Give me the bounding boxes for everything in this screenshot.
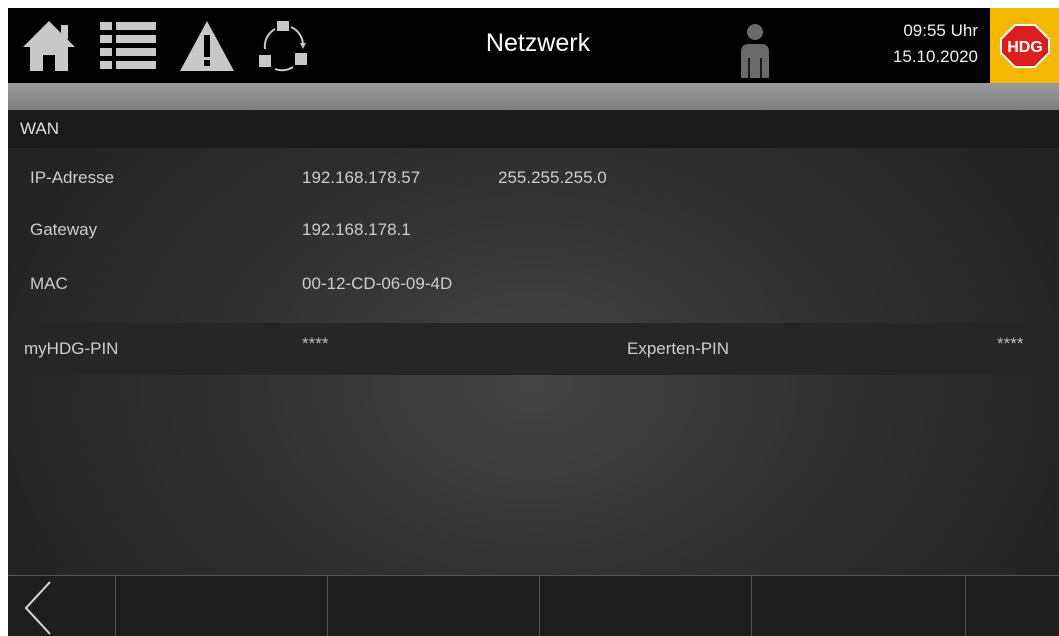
home-button[interactable] (18, 8, 80, 83)
hdg-logo-icon: HDG (999, 23, 1050, 68)
ip-row: IP-Adresse 192.168.178.57 255.255.255.0 (8, 150, 1059, 206)
time-label: 09:55 Uhr (903, 21, 978, 40)
page-title: Netzwerk (485, 29, 591, 57)
mac-row: MAC 00-12-CD-06-09-4D (8, 256, 1059, 312)
gateway-row: Gateway 192.168.178.1 (8, 202, 1059, 258)
footer-slot-1[interactable] (116, 576, 328, 636)
myhdg-pin-value[interactable]: **** (302, 318, 328, 370)
mac-label: MAC (30, 274, 68, 293)
footer-slot-5[interactable] (966, 576, 1059, 636)
footer-slot-2[interactable] (328, 576, 540, 636)
datetime: 09:55 Uhr 15.10.2020 (848, 18, 978, 70)
menu-button[interactable] (98, 8, 160, 83)
screen: Netzwerk 09:55 Uhr 15.10.2020 HDG WAN IP… (8, 8, 1059, 636)
home-icon (23, 20, 75, 71)
sync-icon (259, 20, 307, 71)
date-label: 15.10.2020 (892, 47, 978, 66)
hdg-logo: HDG (990, 8, 1059, 83)
footer-bar (8, 575, 1059, 636)
back-button[interactable] (8, 576, 116, 636)
wan-section-heading: WAN (8, 110, 1059, 148)
warning-icon (180, 20, 234, 71)
sync-button[interactable] (252, 8, 314, 83)
expert-pin-label: Experten-PIN (627, 339, 730, 358)
ip-label: IP-Adresse (30, 168, 115, 187)
ip-value: 192.168.178.57 (302, 168, 421, 187)
subnet-value: 255.255.255.0 (498, 168, 607, 187)
svg-text:HDG: HDG (1007, 39, 1043, 56)
mac-value: 00-12-CD-06-09-4D (302, 274, 453, 293)
back-arrow-icon (24, 581, 51, 635)
expert-pin-value[interactable]: **** (997, 318, 1023, 370)
gateway-label: Gateway (30, 220, 98, 239)
footer-slot-4[interactable] (752, 576, 966, 636)
warning-button[interactable] (176, 8, 238, 83)
user-icon[interactable] (738, 22, 772, 78)
pin-row: myHDG-PIN **** Experten-PIN **** (8, 323, 1059, 375)
myhdg-pin-label: myHDG-PIN (24, 339, 119, 358)
sub-bar (8, 83, 1059, 110)
header-bar: Netzwerk 09:55 Uhr 15.10.2020 HDG (8, 8, 1059, 83)
menu-list-icon (100, 21, 156, 69)
gateway-value: 192.168.178.1 (302, 220, 411, 239)
footer-slot-3[interactable] (540, 576, 752, 636)
